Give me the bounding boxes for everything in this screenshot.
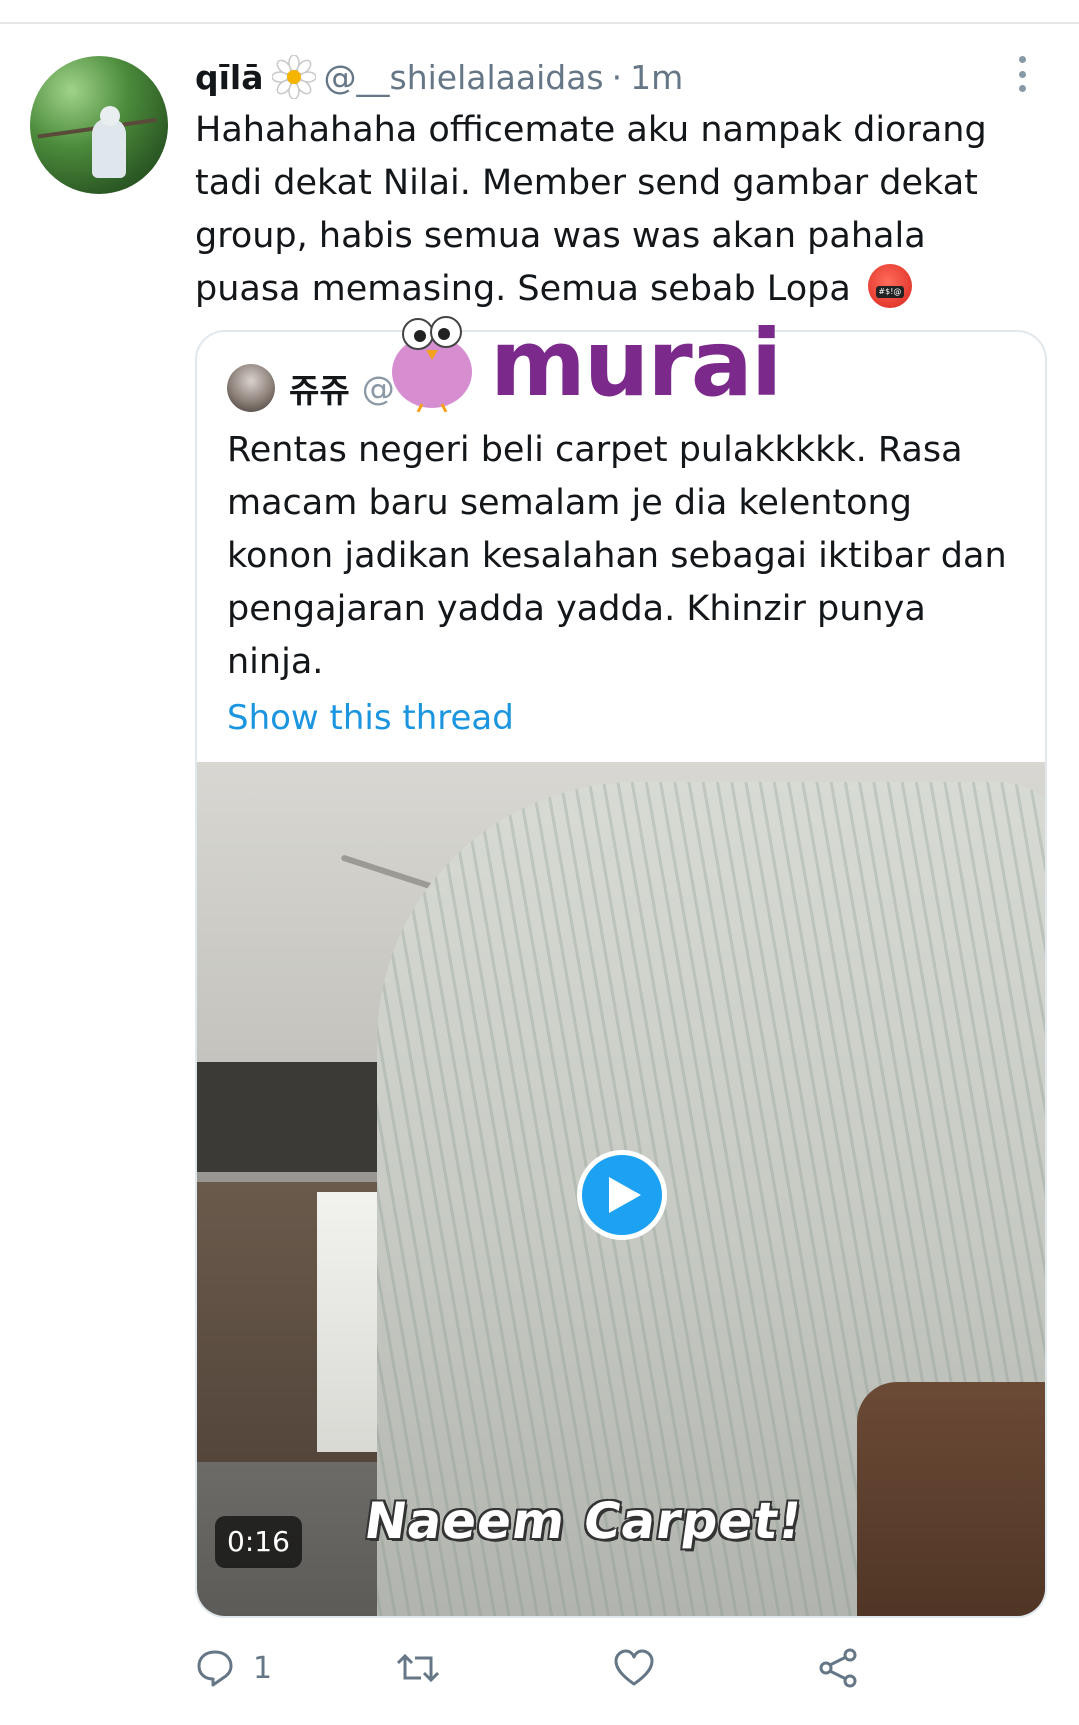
top-divider bbox=[0, 22, 1079, 24]
more-options-icon[interactable] bbox=[1017, 56, 1027, 92]
show-thread-link[interactable]: Show this thread bbox=[227, 698, 514, 738]
angry-face-emoji-icon bbox=[867, 264, 912, 308]
quoted-author-name: 쥬쥬 bbox=[289, 371, 350, 410]
quoted-tweet-header: 쥬쥬 @ bbox=[227, 362, 395, 414]
tweet-header: qīlā @__shielalaaidas · 1m bbox=[195, 52, 683, 102]
owl-logo-icon bbox=[392, 316, 472, 412]
reply-count: 1 bbox=[253, 1650, 273, 1686]
quoted-tweet-card[interactable]: 쥬쥬 @ Rentas negeri beli carpet pulakkkkk… bbox=[195, 330, 1047, 1618]
video-arm bbox=[857, 1382, 1045, 1616]
avatar-person-shape bbox=[92, 118, 126, 178]
author-name[interactable]: qīlā bbox=[195, 58, 264, 97]
quoted-author-avatar bbox=[227, 364, 275, 412]
play-button[interactable] bbox=[577, 1150, 667, 1240]
video-caption: Naeem Carpet! bbox=[360, 1492, 807, 1550]
tweet-actions-bar: 1 bbox=[195, 1638, 1015, 1698]
like-button[interactable] bbox=[613, 1638, 655, 1698]
quoted-tweet-text: Rentas negeri beli carpet pulakkkkk. Ras… bbox=[227, 430, 1007, 682]
murai-watermark: murai bbox=[382, 312, 822, 422]
author-handle[interactable]: @__shielalaaidas bbox=[324, 58, 604, 97]
share-button[interactable] bbox=[817, 1638, 859, 1698]
tweet-timestamp[interactable]: 1m bbox=[630, 58, 683, 97]
like-icon bbox=[614, 1649, 654, 1686]
reply-button[interactable]: 1 bbox=[195, 1638, 272, 1698]
share-icon bbox=[819, 1648, 857, 1688]
video-duration: 0:16 bbox=[215, 1516, 302, 1568]
tweet-body: Hahahahaha officemate aku nampak diorang… bbox=[195, 104, 1015, 316]
retweet-button[interactable] bbox=[395, 1638, 441, 1698]
header-separator: · bbox=[611, 57, 623, 97]
avatar-head-shape bbox=[100, 106, 120, 126]
retweet-icon bbox=[396, 1653, 440, 1683]
video-player[interactable]: 0:16 Naeem Carpet! bbox=[197, 762, 1045, 1616]
play-icon bbox=[609, 1177, 641, 1213]
watermark-text: murai bbox=[490, 310, 782, 417]
reply-icon bbox=[197, 1650, 233, 1687]
daisy-icon bbox=[270, 54, 317, 100]
author-avatar[interactable] bbox=[30, 56, 168, 194]
